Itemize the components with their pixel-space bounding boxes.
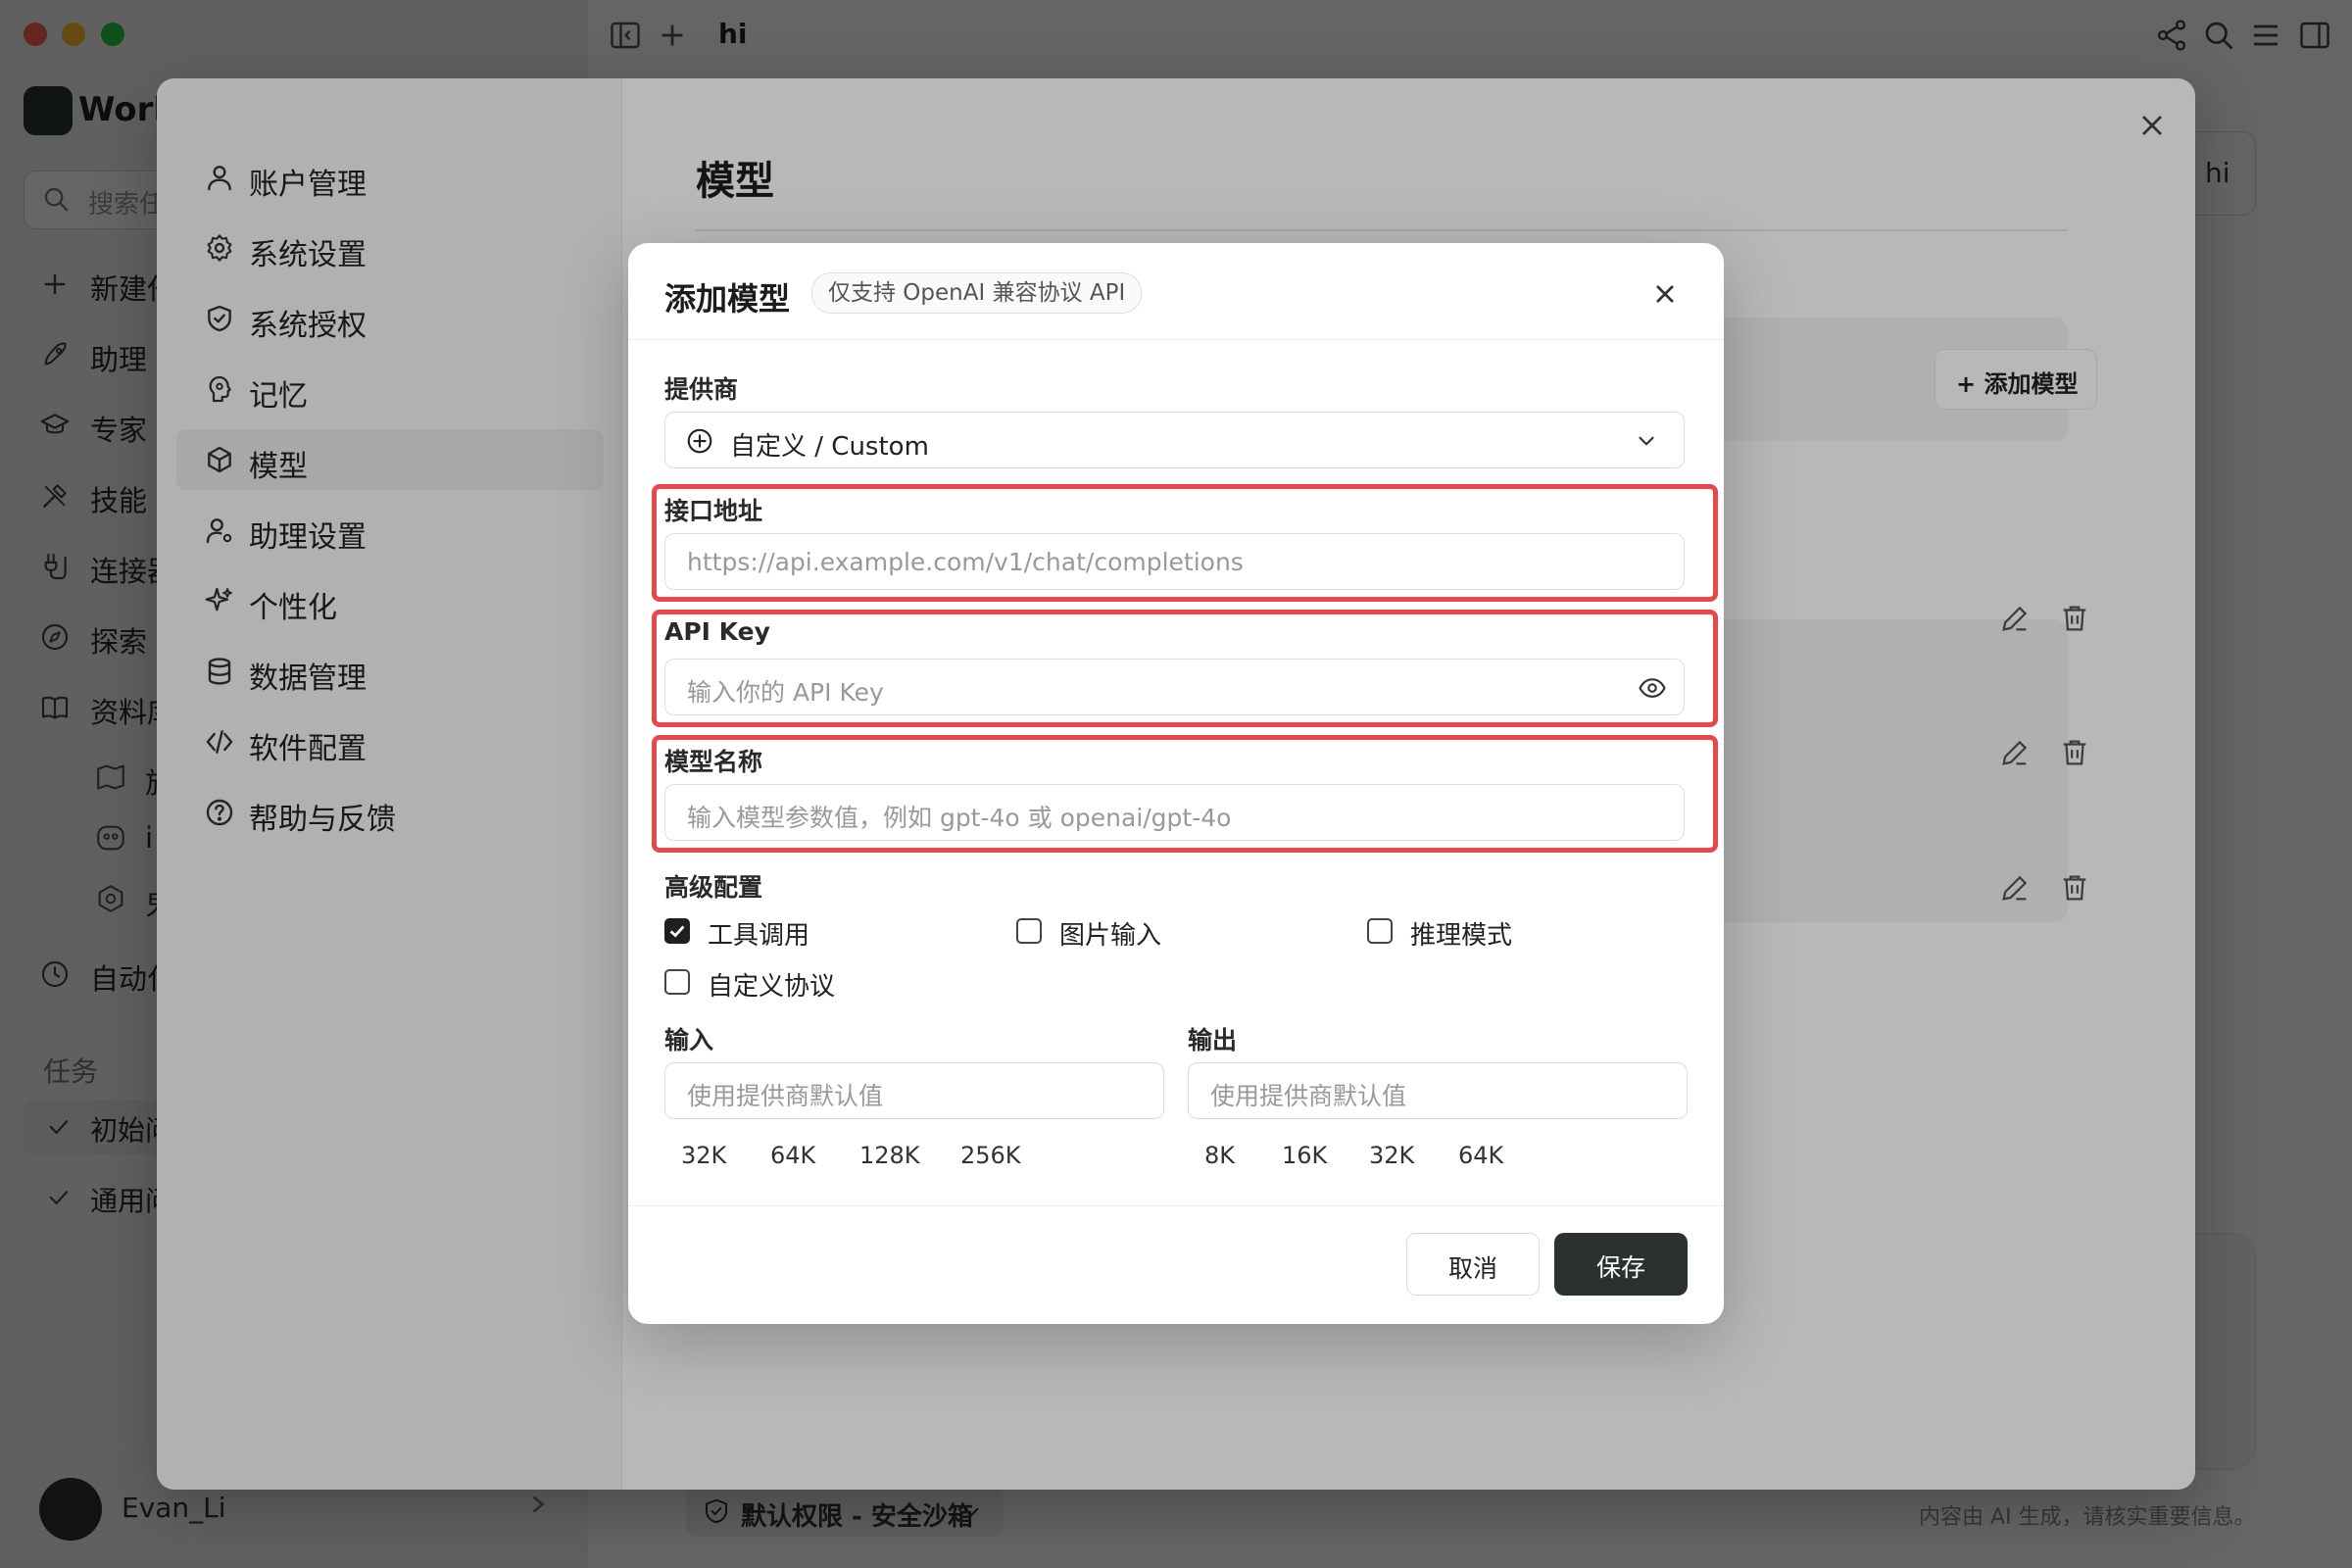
close-icon[interactable] [1649,278,1681,310]
apikey-label: API Key [664,617,770,646]
endpoint-field[interactable]: https://api.example.com/v1/chat/completi… [664,533,1685,590]
output-preset-chip[interactable]: 16K [1282,1142,1327,1169]
dialog-footer-divider [628,1205,1724,1206]
output-preset-chip[interactable]: 32K [1369,1142,1414,1169]
provider-select[interactable]: 自定义 / Custom [664,412,1685,468]
input-tokens-label: 输入 [664,1026,714,1054]
cancel-button-label: 取消 [1447,1254,1497,1283]
custom-protocol-checkbox[interactable] [664,969,690,995]
input-tokens-placeholder: 使用提供商默认值 [687,1082,884,1110]
output-tokens-field[interactable]: 使用提供商默认值 [1188,1062,1688,1119]
custom-protocol-label: 自定义协议 [708,972,836,1002]
save-button-label: 保存 [1595,1253,1645,1282]
plus-circle-icon [685,426,714,456]
advanced-label: 高级配置 [664,873,763,902]
input-preset-chip[interactable]: 64K [770,1142,815,1169]
protocol-badge: 仅支持 OpenAI 兼容协议 API [811,272,1143,314]
image-input-label: 图片输入 [1059,921,1162,951]
tool-call-label: 工具调用 [708,921,810,951]
apikey-field[interactable]: 输入你的 API Key [664,659,1685,715]
reasoning-mode-checkbox[interactable] [1367,918,1393,944]
input-preset-chip[interactable]: 32K [681,1142,726,1169]
cancel-button[interactable]: 取消 [1406,1233,1540,1296]
output-preset-chip[interactable]: 8K [1204,1142,1235,1169]
input-preset-chip[interactable]: 128K [859,1142,920,1169]
dialog-header-divider [628,339,1724,340]
apikey-placeholder: 输入你的 API Key [687,678,884,707]
dialog-title: 添加模型 [664,280,791,318]
app-window: hi Work 搜索任 新建任 助理 专家 技能 连接器 探索 资料库 i 自动… [0,0,2352,1568]
eye-icon[interactable] [1638,673,1667,703]
model-name-label: 模型名称 [664,748,763,776]
output-tokens-placeholder: 使用提供商默认值 [1210,1082,1407,1110]
image-input-checkbox[interactable] [1016,918,1042,944]
tool-call-checkbox[interactable] [664,918,690,944]
add-model-dialog: 添加模型 仅支持 OpenAI 兼容协议 API 提供商 自定义 / Custo… [628,243,1724,1324]
output-tokens-label: 输出 [1188,1026,1238,1054]
endpoint-label: 接口地址 [664,497,763,525]
model-name-field[interactable]: 输入模型参数值，例如 gpt-4o 或 openai/gpt-4o [664,784,1685,841]
save-button[interactable]: 保存 [1554,1233,1688,1296]
output-preset-chip[interactable]: 64K [1458,1142,1503,1169]
chevron-down-icon [1634,428,1659,454]
input-tokens-field[interactable]: 使用提供商默认值 [664,1062,1164,1119]
model-name-placeholder: 输入模型参数值，例如 gpt-4o 或 openai/gpt-4o [687,804,1232,832]
input-preset-chip[interactable]: 256K [960,1142,1021,1169]
reasoning-mode-label: 推理模式 [1410,921,1513,951]
provider-value: 自定义 / Custom [730,432,929,462]
endpoint-placeholder: https://api.example.com/v1/chat/completi… [687,548,1244,576]
provider-label: 提供商 [664,375,739,404]
